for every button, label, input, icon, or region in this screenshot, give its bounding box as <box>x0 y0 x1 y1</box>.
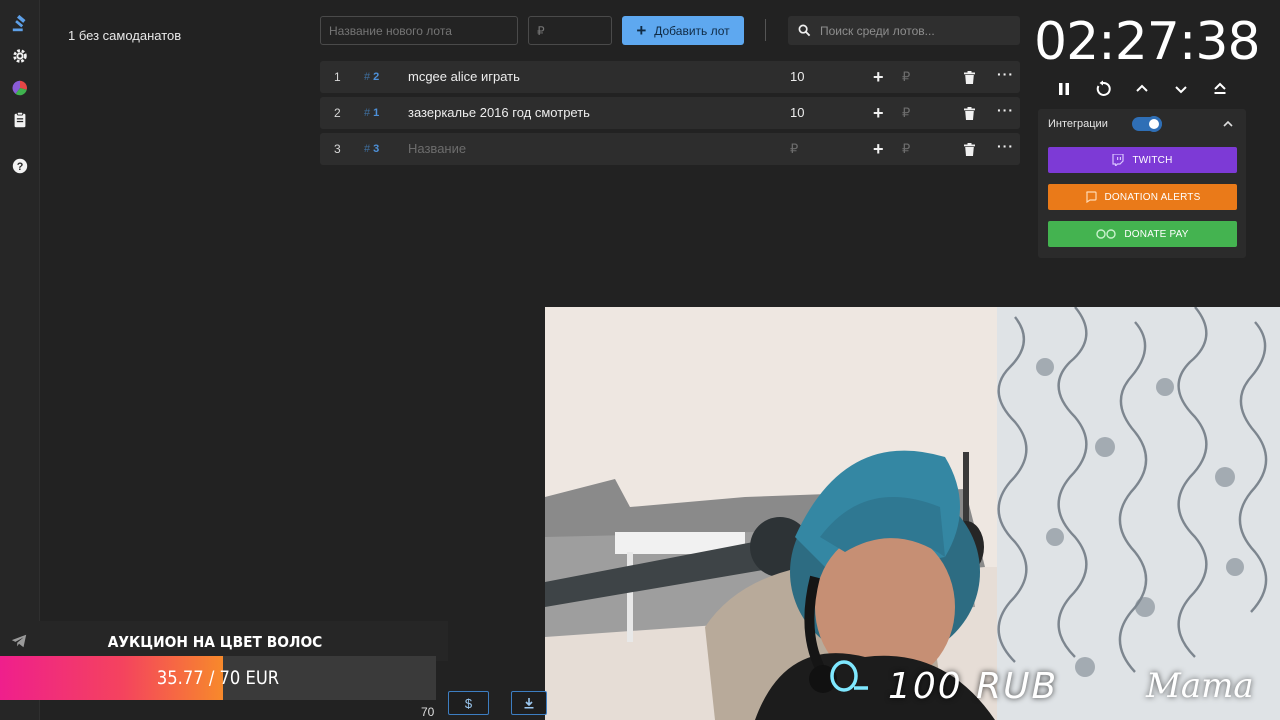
donations-counter: 1 без самоданатов <box>68 28 182 43</box>
double-chevron-up-icon[interactable] <box>1210 78 1230 100</box>
twitch-icon <box>1112 154 1125 166</box>
lot-name[interactable]: Название <box>408 133 466 165</box>
lot-number: 1 <box>334 70 341 84</box>
donation-alerts-button[interactable]: DONATION ALERTS <box>1048 184 1237 210</box>
integrations-toggle[interactable] <box>1132 116 1162 132</box>
extra-amount-field[interactable]: ₽ <box>902 97 910 129</box>
trash-icon[interactable] <box>962 97 976 129</box>
extra-amount-field[interactable]: ₽ <box>902 61 910 93</box>
add-amount-button[interactable]: + <box>873 61 884 93</box>
chevron-down-icon[interactable] <box>1171 78 1191 100</box>
dollar-button[interactable]: $ <box>448 691 489 715</box>
donation-alerts-icon <box>1085 191 1097 203</box>
donation-logo-icon <box>830 660 868 692</box>
auction-timer: 02:27:38 <box>1034 12 1261 72</box>
clipboard-icon[interactable] <box>10 110 30 130</box>
search-icon <box>798 24 811 37</box>
auction-title: АУКЦИОН НА ЦВЕТ ВОЛОС <box>107 633 323 651</box>
svg-text:?: ? <box>17 161 24 173</box>
add-lot-label: Добавить лот <box>654 23 730 38</box>
toolbar-divider <box>765 19 766 41</box>
lot-amount[interactable]: ₽ <box>790 133 798 165</box>
more-icon[interactable]: ··· <box>997 58 1014 90</box>
timer-controls <box>1044 78 1244 100</box>
lot-row: 3 #3 Название ₽ + ₽ ··· <box>320 133 1020 165</box>
donate-pay-icon <box>1096 229 1117 239</box>
add-amount-button[interactable]: + <box>873 133 884 165</box>
donation-amount-text: 100 RUB <box>888 666 1059 707</box>
lot-id: #2 <box>364 71 380 83</box>
webcam-feed <box>545 307 1280 720</box>
lot-name[interactable]: mcgee alice играть <box>408 61 520 93</box>
lot-id: #1 <box>364 107 380 119</box>
gear-icon[interactable] <box>10 46 30 66</box>
value-label: 70 <box>421 705 435 719</box>
lot-number: 3 <box>334 142 341 156</box>
chevron-up-icon[interactable] <box>1221 117 1235 131</box>
more-icon[interactable]: ··· <box>997 130 1014 162</box>
integrations-label: Интеграции <box>1048 118 1108 130</box>
twitch-button[interactable]: TWITCH <box>1048 147 1237 173</box>
lot-search-input[interactable]: Поиск среди лотов... <box>788 16 1020 45</box>
lot-name[interactable]: зазеркалье 2016 год смотреть <box>408 97 590 129</box>
plus-icon: + <box>636 21 647 40</box>
chevron-up-icon[interactable] <box>1132 78 1152 100</box>
corner-text: Mama <box>1146 666 1254 706</box>
extra-amount-field[interactable]: ₽ <box>902 133 910 165</box>
lot-amount[interactable]: 10 <box>790 61 804 93</box>
trash-icon[interactable] <box>962 61 976 93</box>
reset-icon[interactable] <box>1093 78 1113 100</box>
search-placeholder: Поиск среди лотов... <box>820 23 935 38</box>
more-icon[interactable]: ··· <box>997 94 1014 126</box>
lot-name-input[interactable] <box>320 16 518 45</box>
lot-amount[interactable]: 10 <box>790 97 804 129</box>
lot-amount-input[interactable] <box>528 16 612 45</box>
help-icon[interactable]: ? <box>10 156 30 176</box>
lot-row: 1 #2 mcgee alice играть 10 + ₽ ··· <box>320 61 1020 93</box>
download-button[interactable] <box>511 691 547 715</box>
pie-chart-icon[interactable] <box>10 78 30 98</box>
sidebar: ? <box>0 0 40 720</box>
integrations-panel: Интеграции TWITCH DONATION ALERTS DONATE… <box>1038 109 1246 258</box>
pause-icon[interactable] <box>1054 78 1074 100</box>
trash-icon[interactable] <box>962 133 976 165</box>
add-lot-button[interactable]: + Добавить лот <box>622 16 744 45</box>
lot-number: 2 <box>334 106 341 120</box>
donate-pay-button[interactable]: DONATE PAY <box>1048 221 1237 247</box>
gavel-icon[interactable] <box>10 14 30 34</box>
download-icon <box>524 698 534 709</box>
lot-id: #3 <box>364 143 380 155</box>
progress-text: 35.77 / 70 EUR <box>156 667 280 689</box>
add-amount-button[interactable]: + <box>873 97 884 129</box>
progress-bar: 35.77 / 70 EUR <box>0 656 436 700</box>
lot-row: 2 #1 зазеркалье 2016 год смотреть 10 + ₽… <box>320 97 1020 129</box>
